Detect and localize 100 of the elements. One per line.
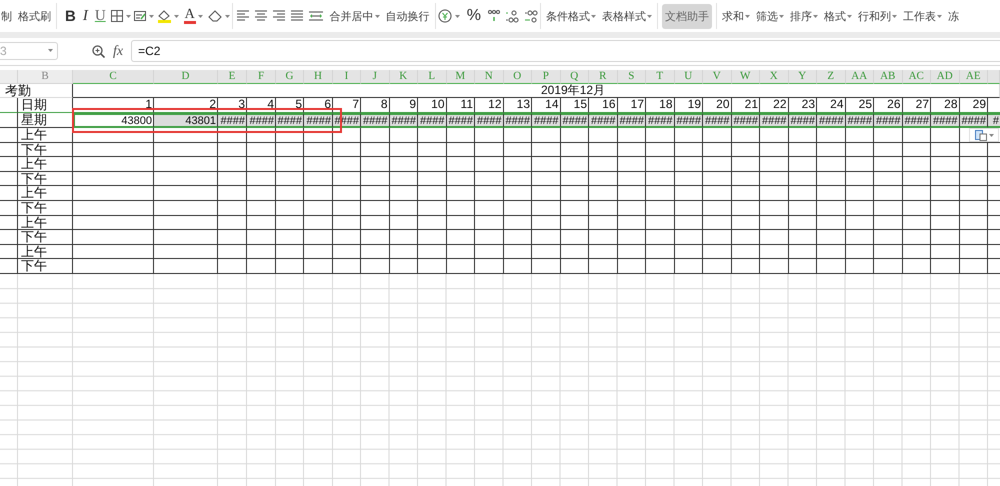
column-header[interactable]: W	[732, 70, 760, 84]
font-color-button[interactable]: A	[182, 8, 205, 24]
table-cell	[931, 172, 960, 186]
table-cell	[418, 142, 446, 158]
column-header[interactable]: P	[532, 70, 560, 84]
italic-button[interactable]: I	[80, 8, 90, 24]
table-cell	[475, 172, 504, 186]
ribbon-button[interactable]: 表格样式	[600, 6, 653, 26]
table-cell	[732, 172, 760, 186]
table-cell	[846, 216, 874, 230]
column-header[interactable]: N	[475, 70, 504, 84]
column-header[interactable]: AD	[931, 70, 960, 84]
column-header[interactable]: C	[73, 70, 154, 84]
table-cell: ####	[504, 113, 532, 128]
column-header[interactable]: M	[446, 70, 475, 84]
column-header[interactable]: I	[333, 70, 361, 84]
align-right-icon[interactable]	[272, 10, 285, 22]
table-cell	[817, 259, 846, 274]
increase-decimal-icon[interactable]	[504, 9, 519, 23]
caret-icon	[988, 134, 994, 136]
table-cell	[931, 128, 960, 143]
column-header[interactable]: E	[218, 70, 247, 84]
formula-input[interactable]: =C2	[131, 40, 1000, 62]
table-cell	[304, 186, 333, 201]
column-header[interactable]: AE	[960, 70, 988, 84]
justify-icon[interactable]	[290, 10, 303, 22]
ribbon-button[interactable]: 制	[0, 6, 13, 26]
table-cell	[618, 200, 646, 216]
row-label: 上午	[18, 216, 73, 230]
table-cell	[960, 230, 988, 245]
currency-icon[interactable]	[438, 9, 460, 23]
table-cell	[674, 216, 703, 230]
table-cell	[418, 244, 446, 260]
table-cell	[218, 230, 247, 245]
column-header[interactable]: AA	[846, 70, 874, 84]
cell-style-icon[interactable]	[134, 10, 154, 22]
table-cell	[532, 244, 560, 260]
align-center-icon[interactable]	[254, 10, 267, 22]
ribbon-button[interactable]: 合并居中	[328, 6, 381, 26]
function-label[interactable]: fx	[113, 44, 124, 60]
name-box[interactable]: 3	[0, 42, 58, 60]
column-header[interactable]: Z	[817, 70, 846, 84]
ribbon-button[interactable]: 格式	[822, 6, 853, 26]
column-header[interactable]: H	[304, 70, 333, 84]
column-header[interactable]: R	[589, 70, 618, 84]
caret-icon	[812, 14, 818, 18]
column-header[interactable]: X	[760, 70, 788, 84]
column-header[interactable]: T	[646, 70, 674, 84]
distribute-icon[interactable]	[308, 10, 323, 22]
column-header[interactable]: Q	[560, 70, 589, 84]
table-cell	[218, 172, 247, 186]
percent-button[interactable]: %	[464, 7, 483, 25]
column-header[interactable]: F	[247, 70, 276, 84]
ribbon-button[interactable]: 工作表	[902, 6, 943, 26]
underline-button[interactable]: U	[92, 8, 108, 24]
table-cell	[846, 142, 874, 158]
column-header[interactable]: G	[276, 70, 304, 84]
ribbon-button[interactable]: 自动换行	[384, 6, 431, 26]
ribbon-button[interactable]: 筛选	[754, 6, 785, 26]
decrease-decimal-icon[interactable]	[524, 9, 538, 23]
column-header[interactable]: D	[154, 70, 218, 84]
table-cell	[674, 157, 703, 172]
table-cell	[931, 259, 960, 274]
table-cell	[674, 142, 703, 158]
table-cell	[703, 157, 732, 172]
column-header[interactable]: L	[418, 70, 446, 84]
column-header[interactable]: V	[703, 70, 732, 84]
column-header[interactable]: AB	[874, 70, 902, 84]
column-header[interactable]: B	[18, 70, 73, 84]
table-cell	[788, 142, 817, 158]
ribbon-button[interactable]: 求和	[720, 6, 751, 26]
table-cell: ####	[247, 113, 276, 128]
zoom-icon[interactable]	[92, 45, 105, 58]
column-header[interactable]: Y	[788, 70, 817, 84]
ribbon-button[interactable]: 格式刷	[17, 6, 52, 26]
border-icon[interactable]	[110, 10, 131, 22]
eraser-icon[interactable]	[208, 10, 230, 22]
column-header[interactable]: AC	[902, 70, 931, 84]
column-header[interactable]: S	[618, 70, 646, 84]
row-label: 上午	[18, 157, 73, 172]
ribbon-button[interactable]: 文档助手	[662, 4, 712, 28]
ribbon-button[interactable]: 排序	[788, 6, 819, 26]
fill-color-icon[interactable]	[156, 9, 179, 23]
row-label: 下午	[18, 142, 73, 158]
ribbon-button[interactable]: 条件格式	[544, 6, 597, 26]
align-left-icon[interactable]	[236, 10, 249, 22]
table-cell: ####	[218, 113, 247, 128]
thousands-icon[interactable]	[488, 9, 500, 23]
table-cell	[0, 128, 18, 143]
column-header[interactable]: U	[674, 70, 703, 84]
column-header[interactable]: J	[361, 70, 390, 84]
ribbon-button[interactable]: 行和列	[856, 6, 898, 26]
column-header[interactable]: O	[504, 70, 532, 84]
paste-options-button[interactable]	[969, 128, 999, 142]
table-cell	[218, 216, 247, 230]
bold-button[interactable]: B	[63, 8, 78, 24]
column-header[interactable]: K	[390, 70, 418, 84]
table-cell	[732, 230, 760, 245]
ribbon-button[interactable]: 冻	[946, 6, 960, 26]
table-cell	[846, 244, 874, 260]
